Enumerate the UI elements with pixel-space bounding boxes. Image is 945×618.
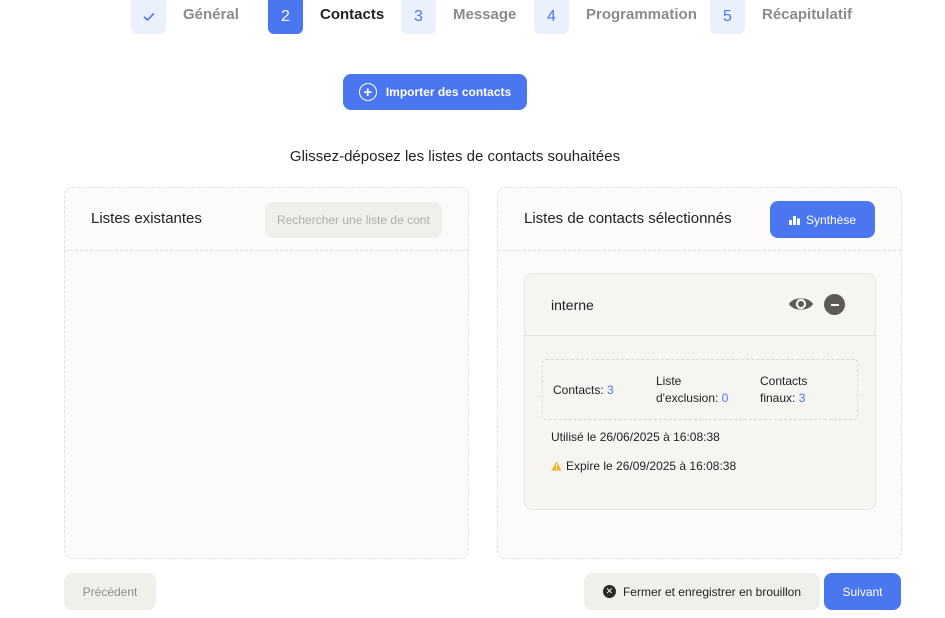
step-contacts[interactable]: 2 Contacts	[268, 0, 384, 34]
existing-lists-dropzone[interactable]	[65, 252, 468, 559]
synthese-button[interactable]: Synthèse	[770, 201, 875, 238]
step-message[interactable]: 3 Message	[401, 0, 516, 34]
bar-chart-icon	[788, 215, 800, 225]
expire-date-line: Expire le 26/09/2025 à 16:08:38	[551, 459, 736, 473]
plus-circle-icon: +	[358, 83, 377, 101]
close-save-draft-label: Fermer et enregistrer en brouillon	[622, 584, 802, 599]
existing-lists-header: Listes existantes	[65, 188, 468, 251]
stat-contacts-label: Contacts:	[553, 383, 604, 397]
warning-icon	[551, 461, 562, 471]
step-general[interactable]: Général	[131, 0, 239, 34]
stat-contacts: Contacts: 3	[553, 382, 614, 399]
selected-list-card[interactable]: interne Contacts: 3 Liste d'exclusion: 0	[524, 273, 876, 510]
stepper: Général 2 Contacts 3 Message 4 Programma…	[0, 0, 945, 40]
step-number: 5	[710, 0, 745, 34]
previous-button[interactable]: Précédent	[64, 573, 156, 610]
step-badge-done	[131, 0, 166, 34]
stat-exclusion: Liste d'exclusion: 0	[656, 373, 746, 407]
remove-list-button[interactable]	[824, 294, 845, 315]
step-label: Programmation	[586, 5, 697, 23]
eye-icon	[789, 298, 813, 310]
step-label: Message	[453, 5, 517, 23]
existing-lists-title: Listes existantes	[91, 210, 202, 227]
close-save-draft-button[interactable]: ✕ Fermer et enregistrer en brouillon	[584, 573, 820, 610]
import-contacts-button[interactable]: + Importer des contacts	[343, 74, 527, 110]
expire-date: 26/09/2025 à 16:08:38	[616, 459, 737, 473]
step-number: 2	[268, 0, 303, 34]
expire-prefix: Expire le	[566, 459, 613, 473]
step-number: 4	[534, 0, 569, 34]
import-contacts-label: Importer des contacts	[385, 85, 512, 99]
next-button[interactable]: Suivant	[824, 573, 901, 610]
check-icon	[143, 13, 154, 21]
list-card-header: interne	[525, 274, 875, 336]
stat-exclusion-value: 0	[721, 391, 729, 405]
used-prefix: Utilisé le	[551, 430, 597, 444]
synthese-label: Synthèse	[805, 212, 857, 227]
used-date: 26/06/2025 à 16:08:38	[599, 430, 720, 444]
search-list-input[interactable]	[265, 202, 442, 238]
view-list-button[interactable]	[788, 293, 814, 315]
close-circle-icon: ✕	[602, 585, 616, 598]
stat-exclusion-label: Liste d'exclusion:	[656, 374, 719, 405]
stat-final-value: 3	[798, 391, 806, 405]
drag-drop-instruction: Glissez-déposez les listes de contacts s…	[289, 148, 621, 165]
selected-lists-panel: Listes de contacts sélectionnés Synthèse…	[497, 187, 902, 559]
existing-lists-panel: Listes existantes	[64, 187, 469, 559]
minus-icon	[830, 303, 839, 306]
list-name: interne	[551, 297, 594, 313]
step-label: Récapitulatif	[762, 5, 853, 23]
step-programmation[interactable]: 4 Programmation	[534, 0, 697, 34]
step-recapitulatif[interactable]: 5 Récapitulatif	[710, 0, 852, 34]
list-stats: Contacts: 3 Liste d'exclusion: 0 Contact…	[542, 359, 858, 420]
stat-contacts-value: 3	[607, 383, 614, 397]
selected-lists-title: Listes de contacts sélectionnés	[524, 210, 732, 227]
selected-lists-header: Listes de contacts sélectionnés Synthèse	[498, 188, 901, 251]
step-number: 3	[401, 0, 436, 34]
step-label: Général	[183, 5, 239, 23]
used-date-line: Utilisé le 26/06/2025 à 16:08:38	[551, 430, 720, 444]
stat-final: Contacts finaux: 3	[760, 373, 840, 407]
step-label: Contacts	[320, 5, 385, 23]
